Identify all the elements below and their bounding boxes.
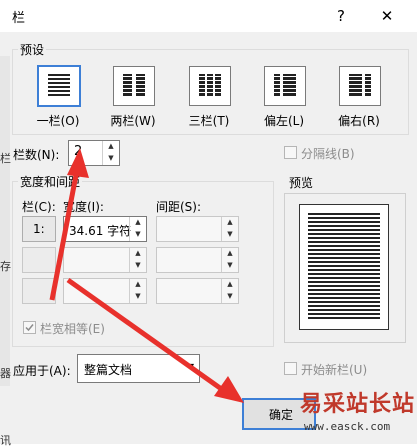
column-number-cell: 1:	[22, 216, 56, 242]
chevron-down-icon[interactable]: ▼	[130, 260, 146, 272]
chevron-down-icon[interactable]: ▼	[222, 291, 238, 303]
close-icon[interactable]: ✕	[372, 4, 402, 28]
preview-text-lines	[308, 213, 380, 319]
columns-count-stepper[interactable]: 2 ▲ ▼	[68, 140, 120, 166]
chevron-up-icon[interactable]: ▲	[222, 217, 238, 229]
preset-two-columns-label: 两栏(W)	[110, 114, 156, 128]
columns-count-value: 2	[74, 144, 83, 159]
background-app-text: 存	[0, 260, 11, 273]
width-spacing-group-label: 宽度和间距	[18, 173, 83, 190]
columns-dialog: 栏 存 器 讯 栏 ? ✕ 预设 一栏(O) 两栏(W) 三栏(T) 偏左(L)…	[0, 0, 417, 447]
background-app-strip	[0, 56, 10, 386]
preview-label: 预览	[289, 176, 314, 190]
width-header: 宽度(I):	[63, 200, 104, 214]
equal-width-label: 栏宽相等(E)	[40, 322, 105, 336]
chevron-down-icon[interactable]: ▼	[130, 291, 146, 303]
help-button[interactable]: ?	[326, 4, 356, 28]
columns-count-label: 栏数(N):	[13, 148, 60, 162]
three-column-icon	[199, 74, 221, 96]
column-number: 1:	[33, 222, 45, 236]
two-column-icon	[123, 74, 145, 96]
stepper-arrows[interactable]: ▲ ▼	[129, 217, 146, 241]
width-value-row1: 34.61 字符	[69, 224, 132, 238]
background-app-text: 讯	[0, 434, 11, 447]
stepper-arrows[interactable]: ▲ ▼	[129, 248, 146, 272]
col-header: 栏(C):	[22, 200, 56, 214]
chevron-up-icon[interactable]: ▲	[130, 279, 146, 291]
apply-to-value: 整篇文档	[84, 363, 133, 377]
chevron-up-icon[interactable]: ▲	[222, 279, 238, 291]
chevron-up-icon[interactable]: ▲	[222, 248, 238, 260]
preview-frame	[284, 193, 406, 343]
stepper-arrows[interactable]: ▲ ▼	[221, 248, 238, 272]
preset-one-column[interactable]	[37, 65, 81, 107]
dialog-title: 栏	[12, 11, 26, 26]
right-column-icon	[349, 74, 371, 96]
stepper-arrows[interactable]: ▲ ▼	[221, 279, 238, 303]
column-number-cell	[22, 278, 56, 304]
chevron-up-icon[interactable]: ▲	[130, 217, 146, 229]
stepper-arrows[interactable]: ▲ ▼	[221, 217, 238, 241]
spacing-input-row3[interactable]: ▲ ▼	[156, 278, 239, 304]
new-column-label: 开始新栏(U)	[301, 363, 368, 377]
background-app-text: 器	[0, 367, 11, 380]
equal-width-checkbox[interactable]	[23, 321, 36, 334]
preset-left-label: 偏左(L)	[263, 114, 305, 128]
spacing-input-row2[interactable]: ▲ ▼	[156, 247, 239, 273]
separator-label: 分隔线(B)	[301, 147, 355, 161]
preset-right[interactable]	[339, 66, 381, 106]
preset-three-columns-label: 三栏(T)	[188, 114, 230, 128]
chevron-down-icon[interactable]: ▼	[130, 229, 146, 241]
title-bar: 栏 ? ✕	[0, 0, 417, 32]
watermark-title: 易采站长站	[300, 391, 416, 417]
preset-two-columns[interactable]	[113, 66, 155, 106]
width-input-row1[interactable]: 34.61 字符 ▲ ▼	[63, 216, 147, 242]
preset-right-label: 偏右(R)	[338, 114, 380, 128]
left-column-icon	[274, 74, 296, 96]
preset-three-columns[interactable]	[189, 66, 231, 106]
chevron-up-icon[interactable]: ▲	[130, 248, 146, 260]
watermark-url: www.easck.com	[304, 420, 391, 433]
chevron-down-icon[interactable]: ▼	[103, 153, 119, 165]
checkmark-icon	[25, 324, 34, 332]
chevron-down-icon[interactable]: ▼	[222, 260, 238, 272]
width-input-row2[interactable]: ▲ ▼	[63, 247, 147, 273]
background-app-text: 栏	[0, 152, 11, 165]
width-input-row3[interactable]: ▲ ▼	[63, 278, 147, 304]
new-column-checkbox[interactable]	[284, 362, 297, 375]
apply-to-select[interactable]: 整篇文档 ▼	[77, 354, 200, 383]
preview-page	[299, 204, 389, 330]
chevron-down-icon[interactable]: ▼	[222, 229, 238, 241]
chevron-up-icon[interactable]: ▲	[103, 141, 119, 153]
apply-to-label: 应用于(A):	[13, 364, 71, 378]
site-watermark: 易采站长站 www.easck.com	[296, 380, 417, 444]
one-column-icon	[48, 74, 70, 96]
column-number-cell	[22, 247, 56, 273]
separator-checkbox[interactable]	[284, 146, 297, 159]
spacing-input-row1[interactable]: ▲ ▼	[156, 216, 239, 242]
stepper-arrows[interactable]: ▲ ▼	[129, 279, 146, 303]
preset-left[interactable]	[264, 66, 306, 106]
spacing-header: 间距(S):	[156, 200, 202, 214]
stepper-arrows[interactable]: ▲ ▼	[102, 141, 119, 165]
chevron-down-icon[interactable]: ▼	[188, 362, 194, 371]
ok-button-label: 确定	[269, 408, 294, 422]
preset-one-column-label: 一栏(O)	[36, 114, 80, 128]
presets-group-label: 预设	[18, 41, 47, 58]
